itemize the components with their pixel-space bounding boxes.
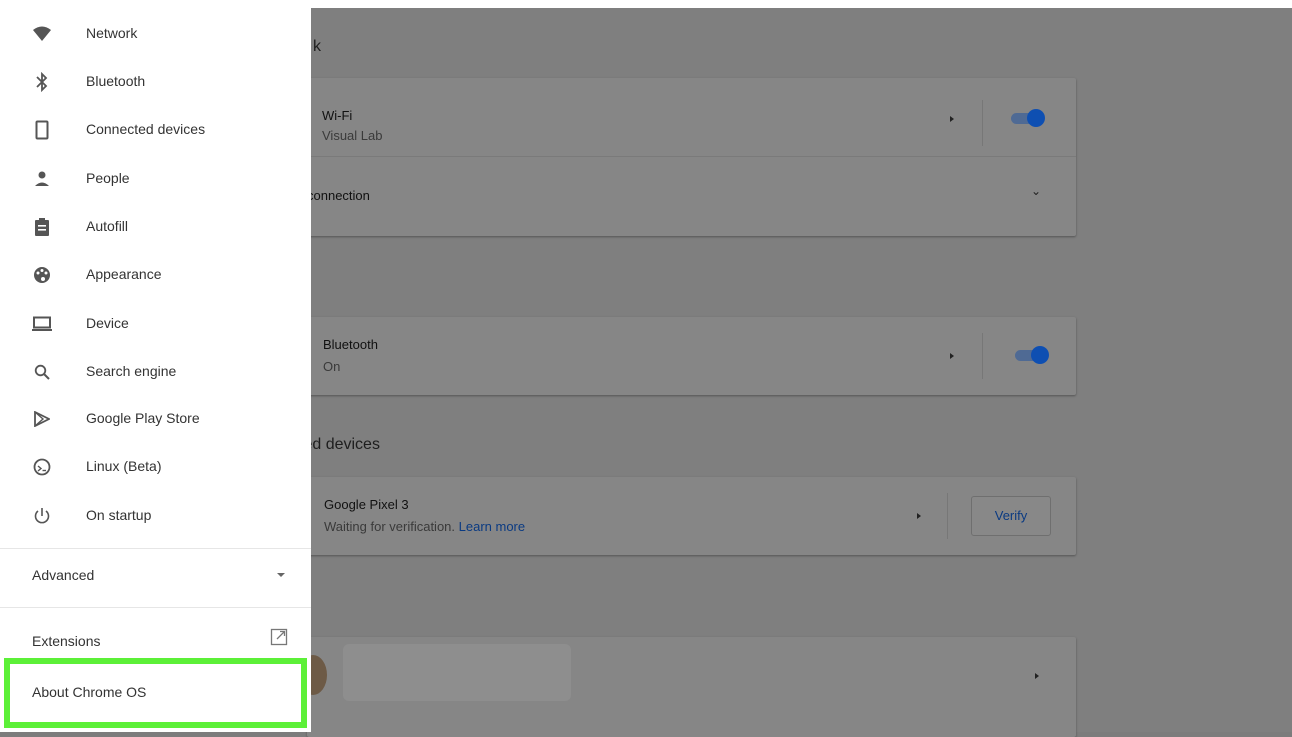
sidebar-item-label: Appearance [86, 266, 162, 282]
sidebar-item-search-engine[interactable]: Search engine [0, 350, 311, 394]
device-status: Waiting for verification. Learn more [324, 519, 525, 534]
chevron-down-icon[interactable]: ⌄ [1031, 184, 1041, 198]
settings-main: k Wi-Fi Visual Lab connection ⌄ th Bluet… [297, 8, 1292, 737]
sidebar-item-bluetooth[interactable]: Bluetooth [0, 60, 311, 104]
sidebar-item-autofill[interactable]: Autofill [0, 205, 311, 249]
account-name-placeholder[interactable] [343, 644, 571, 701]
wifi-toggle-knob [1027, 109, 1045, 127]
sidebar-item-linux[interactable]: Linux (Beta) [0, 445, 311, 489]
device-name: Google Pixel 3 [324, 497, 409, 512]
sidebar-item-appearance[interactable]: Appearance [0, 253, 311, 297]
dropdown-arrow-icon [277, 573, 285, 577]
advanced-label: Advanced [32, 567, 95, 583]
extensions-label: Extensions [32, 633, 101, 649]
network-row-divider [307, 156, 1076, 157]
sidebar-item-google-play-store[interactable]: Google Play Store [0, 397, 311, 441]
bluetooth-card: Bluetooth On [307, 317, 1076, 395]
wifi-divider [982, 100, 983, 146]
bluetooth-icon [32, 72, 52, 92]
sidebar-item-label: Network [86, 25, 138, 41]
network-card: Wi-Fi Visual Lab connection ⌄ [307, 78, 1076, 236]
bluetooth-toggle-knob [1031, 346, 1049, 364]
wifi-arrow-icon[interactable] [950, 116, 954, 122]
search-icon [32, 362, 52, 382]
play-store-icon [32, 409, 52, 429]
settings-sidebar: Network Bluetooth Connected devices Peop… [0, 0, 311, 732]
network-section-title: k [313, 38, 321, 55]
about-chrome-os-label: About Chrome OS [32, 684, 147, 700]
sidebar-divider [0, 548, 311, 549]
phone-icon [32, 120, 52, 140]
verify-button[interactable]: Verify [971, 496, 1051, 536]
sidebar-item-connected-devices[interactable]: Connected devices [0, 108, 311, 152]
palette-icon [32, 265, 52, 285]
people-arrow-icon[interactable] [1035, 673, 1039, 679]
wifi-icon [32, 24, 52, 44]
sidebar-item-label: Connected devices [86, 121, 206, 137]
laptop-icon [32, 314, 52, 334]
device-divider [947, 493, 948, 539]
sidebar-item-on-startup[interactable]: On startup [0, 494, 311, 538]
person-icon [32, 169, 52, 189]
add-connection-label[interactable]: connection [307, 188, 370, 203]
people-card [299, 637, 1076, 737]
wifi-toggle[interactable] [1009, 108, 1045, 128]
bluetooth-toggle[interactable] [1013, 345, 1049, 365]
sidebar-item-label: Autofill [86, 218, 129, 234]
sidebar-item-label: People [86, 170, 130, 186]
sidebar-item-device[interactable]: Device [0, 302, 311, 346]
linux-icon [32, 457, 52, 477]
sidebar-item-label: Google Play Store [86, 410, 200, 426]
sidebar-item-label: Linux (Beta) [86, 458, 162, 474]
sidebar-item-label: On startup [86, 507, 152, 523]
bluetooth-arrow-icon[interactable] [950, 353, 954, 359]
bluetooth-divider [982, 333, 983, 379]
device-status-text: Waiting for verification. [324, 519, 456, 534]
learn-more-link[interactable]: Learn more [459, 519, 525, 534]
sidebar-item-label: Bluetooth [86, 73, 146, 89]
sidebar-divider [0, 607, 311, 608]
clipboard-icon [32, 217, 52, 237]
power-icon [32, 506, 52, 526]
open-in-new-icon [270, 628, 288, 651]
about-chrome-os-highlight[interactable]: About Chrome OS [4, 658, 307, 728]
connected-devices-section-title: ted devices [299, 436, 380, 453]
wifi-title: Wi-Fi [322, 108, 353, 123]
bluetooth-status: On [323, 359, 341, 374]
sidebar-extensions[interactable]: Extensions [0, 620, 311, 660]
connected-devices-card: Google Pixel 3 Waiting for verification.… [307, 477, 1076, 555]
sidebar-item-label: Search engine [86, 363, 177, 379]
device-arrow-icon[interactable] [917, 513, 921, 519]
sidebar-item-network[interactable]: Network [0, 12, 311, 56]
sidebar-item-people[interactable]: People [0, 157, 311, 201]
sidebar-advanced[interactable]: Advanced [0, 552, 311, 598]
bluetooth-title: Bluetooth [323, 337, 378, 352]
wifi-network-name: Visual Lab [322, 128, 383, 143]
sidebar-item-label: Device [86, 315, 129, 331]
